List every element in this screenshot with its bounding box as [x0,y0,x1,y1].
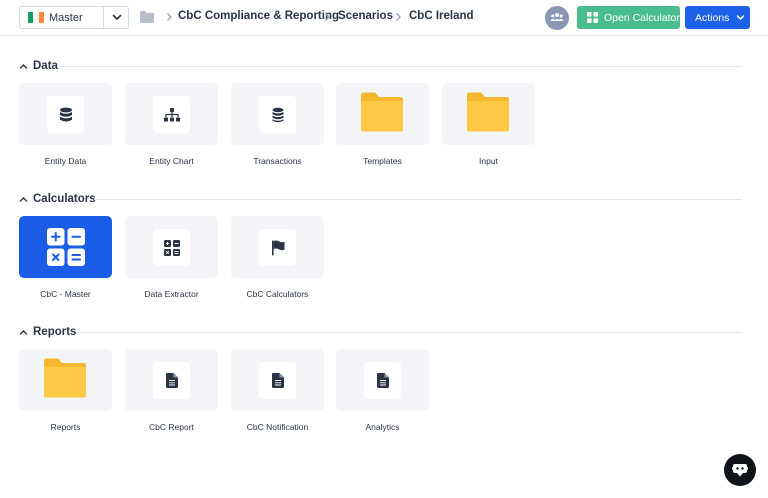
section-title: Calculators [33,193,96,205]
tile-label: Entity Chart [149,156,194,166]
tile-icon-box [259,96,296,133]
tile-cbc-notification[interactable] [231,349,324,411]
calculator-icon [47,228,85,266]
tile-icon-box [47,96,84,133]
ireland-flag-icon [28,12,44,23]
top-bar: Master CbC Compliance & Reporting Scenar… [0,0,768,36]
tile-entity-chart[interactable] [125,83,218,145]
users-icon [550,13,564,21]
divider [60,66,742,67]
coins-icon [272,107,283,122]
chevron-up-icon[interactable] [19,195,28,204]
tile-data-extractor[interactable] [125,216,218,278]
tile-icon-box [153,96,190,133]
chat-bot-icon [732,464,748,477]
tile-analytics[interactable] [336,349,429,411]
folder-icon [44,358,86,398]
breadcrumb-item-current[interactable]: CbC Ireland [409,10,474,22]
tile-transactions[interactable] [231,83,324,145]
chevron-right-icon [396,13,401,21]
breadcrumb-item-compliance[interactable]: CbC Compliance & Reporting [178,10,339,22]
tile-templates[interactable] [336,83,429,145]
section-title: Data [33,60,58,72]
section-header-data[interactable]: Data [19,59,58,73]
tile-label: CbC Calculators [246,289,309,299]
folder-icon [467,92,509,132]
entity-select-value: Master [49,11,83,24]
document-icon [376,373,389,388]
tile-label: CbC Notification [246,422,309,432]
document-icon [165,373,178,388]
tile-label: CbC Report [149,422,194,432]
folder-icon[interactable] [140,11,154,23]
tile-input[interactable] [442,83,535,145]
tile-label: Reports [50,422,81,432]
open-calculator-button[interactable]: Open Calculator [577,6,680,29]
chevron-down-icon [737,15,745,20]
folder-icon [361,92,403,132]
tile-icon-box [259,362,296,399]
tile-label: CbC - Master [40,289,91,299]
chevron-down-icon[interactable] [111,11,123,23]
chevron-right-icon [167,13,172,21]
tile-label: Input [479,156,498,166]
tile-label: Templates [363,156,402,166]
section-title: Reports [33,326,77,338]
tile-label: Data Extractor [144,289,199,299]
tile-icon-box [259,229,296,266]
flag-icon [271,239,284,255]
actions-button[interactable]: Actions [685,6,750,29]
open-calculator-label: Open Calculator [604,11,680,24]
entity-select[interactable]: Master [19,6,129,29]
tile-label: Analytics [365,422,400,432]
tile-label: Transactions [253,156,302,166]
breadcrumb-item-scenarios[interactable]: Scenarios [338,10,393,22]
tile-entity-data[interactable] [19,83,112,145]
section-header-calculators[interactable]: Calculators [19,192,96,206]
section-header-reports[interactable]: Reports [19,325,76,339]
tile-cbc-calculators[interactable] [231,216,324,278]
tile-reports[interactable] [19,349,112,411]
tile-cbc-report[interactable] [125,349,218,411]
calculator-icon [163,239,180,256]
chevron-up-icon[interactable] [19,328,28,337]
select-divider [103,7,104,28]
tile-icon-box [364,362,401,399]
chevron-up-icon[interactable] [19,62,28,71]
tile-cbc-master[interactable] [19,216,112,278]
tile-icon-box [153,362,190,399]
database-icon [59,107,72,122]
grid-icon [587,12,598,23]
org-chart-icon [163,107,180,121]
divider [94,199,742,200]
actions-label: Actions [695,11,730,24]
chat-button[interactable] [724,454,756,486]
tile-label: Entity Data [44,156,87,166]
tile-icon-box [153,229,190,266]
document-icon [271,373,284,388]
chevron-right-icon [325,13,330,21]
users-button[interactable] [545,6,569,30]
divider [77,332,742,333]
